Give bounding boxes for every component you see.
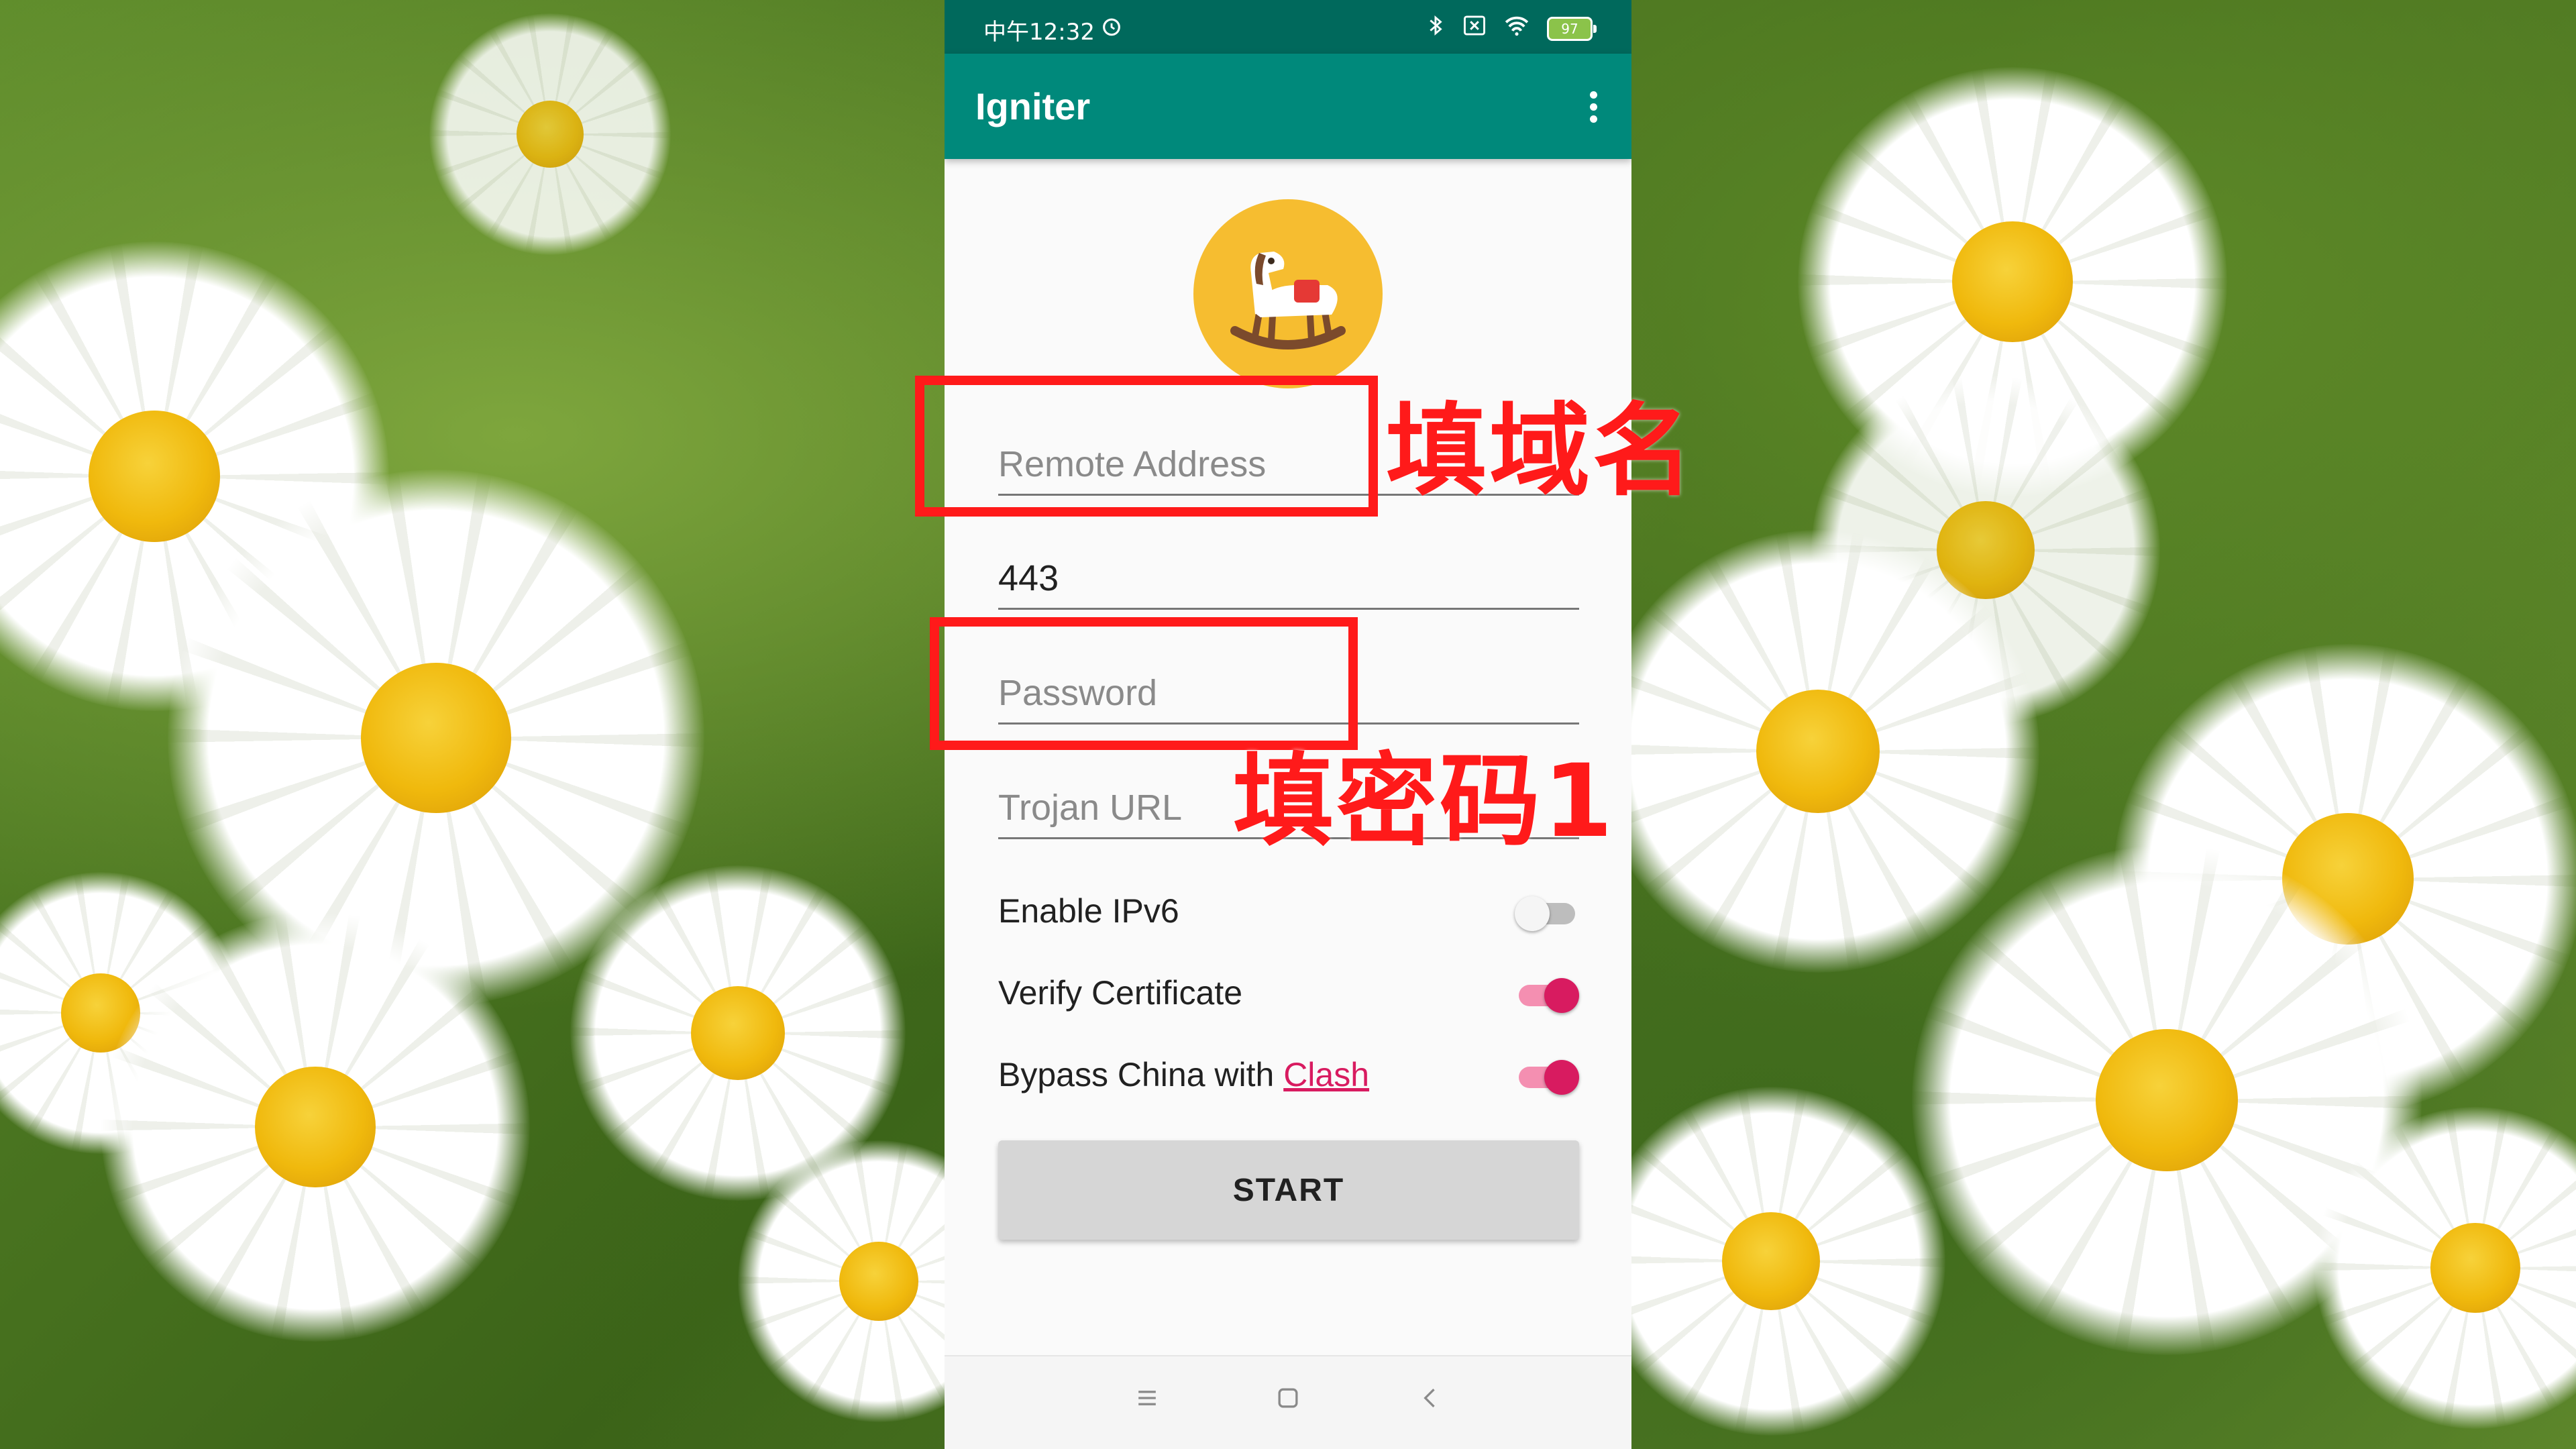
- app-title: Igniter: [975, 85, 1091, 127]
- bypass-china-label-text: Bypass China with: [998, 1056, 1284, 1093]
- no-sim-icon: [1462, 15, 1487, 42]
- enable-ipv6-label: Enable IPv6: [998, 892, 1179, 930]
- more-vert-icon[interactable]: [1590, 91, 1598, 127]
- enable-ipv6-row: Enable IPv6: [998, 884, 1579, 938]
- remote-address-highlight-box: [915, 376, 1378, 517]
- verify-certificate-label: Verify Certificate: [998, 974, 1243, 1012]
- daisy-flower: [101, 912, 530, 1342]
- status-bar: 中午12:32 97: [945, 0, 1631, 54]
- enable-ipv6-switch[interactable]: [1515, 896, 1579, 931]
- port-field[interactable]: 443: [998, 555, 1579, 610]
- status-time: 中午12:32: [983, 19, 1095, 46]
- bypass-china-row: Bypass China with Clash: [998, 1048, 1579, 1102]
- daisy-flower: [429, 13, 671, 255]
- bypass-china-switch[interactable]: [1515, 1060, 1579, 1095]
- back-icon[interactable]: [1415, 1383, 1445, 1415]
- home-icon[interactable]: [1273, 1383, 1303, 1415]
- password-annotation: 填密码1: [1233, 743, 1616, 860]
- app-bar: Igniter: [945, 54, 1631, 159]
- verify-certificate-row: Verify Certificate: [998, 966, 1579, 1020]
- daisy-flower: [1597, 530, 2039, 973]
- navigation-bar: [945, 1355, 1631, 1449]
- status-icons: 97: [1428, 13, 1597, 44]
- battery-indicator: 97: [1547, 16, 1597, 41]
- password-highlight-box: [930, 617, 1358, 750]
- port-value: 443: [998, 558, 1059, 598]
- bluetooth-icon: [1428, 13, 1445, 44]
- menu-icon[interactable]: [1132, 1383, 1162, 1415]
- field-underline: [998, 608, 1579, 610]
- clash-link[interactable]: Clash: [1283, 1056, 1369, 1093]
- alarm-icon: [1100, 15, 1123, 44]
- domain-annotation: 填域名: [1386, 393, 1697, 510]
- rocking-horse-icon: [1193, 199, 1383, 388]
- wifi-icon: [1504, 15, 1529, 42]
- start-button[interactable]: START: [998, 1140, 1579, 1240]
- daisy-flower: [1597, 1087, 1945, 1436]
- bypass-china-label: Bypass China with Clash: [998, 1056, 1369, 1093]
- verify-certificate-switch[interactable]: [1515, 978, 1579, 1013]
